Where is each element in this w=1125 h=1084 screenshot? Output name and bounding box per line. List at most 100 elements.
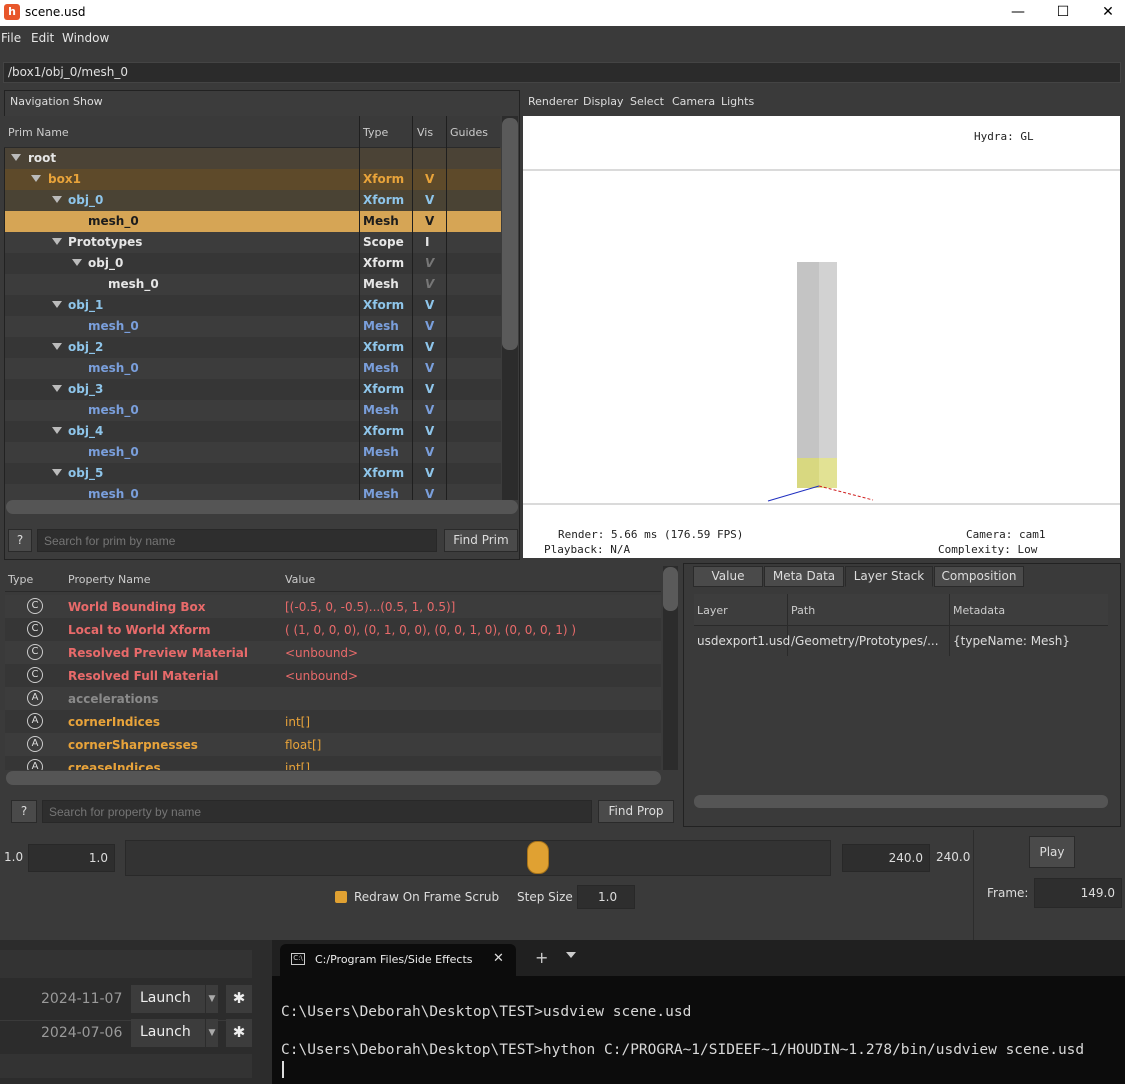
menu-file[interactable]: File — [1, 31, 21, 45]
column-layer[interactable]: Layer — [697, 604, 728, 617]
tree-row[interactable]: obj_0 Xform V — [5, 190, 501, 211]
column-divider — [446, 116, 447, 500]
expand-arrow-icon[interactable] — [72, 259, 82, 266]
expand-arrow-icon[interactable] — [52, 385, 62, 392]
launch-dropdown-icon[interactable]: ▼ — [205, 1019, 218, 1047]
property-scroll-thumb[interactable] — [663, 567, 678, 611]
property-row[interactable]: A creaseIndices int[] — [5, 756, 661, 770]
close-icon[interactable]: ✕ — [1085, 0, 1125, 26]
step-size-field[interactable]: 1.0 — [577, 885, 635, 909]
column-prop-name[interactable]: Property Name — [68, 573, 151, 586]
tree-row[interactable]: mesh_0 Mesh V — [5, 274, 501, 295]
play-button[interactable]: Play — [1029, 836, 1075, 868]
launch-dropdown-icon[interactable]: ▼ — [205, 985, 218, 1013]
gear-icon[interactable]: ✱ — [226, 1019, 252, 1047]
tree-row[interactable]: mesh_0 Mesh V — [5, 442, 501, 463]
tree-row[interactable]: obj_5 Xform V — [5, 463, 501, 484]
tree-horizontal-scrollbar[interactable] — [6, 500, 518, 514]
layer-stack-row[interactable]: usdexport1.usd /Geometry/Prototypes/... … — [694, 626, 1108, 656]
menu-display[interactable]: Display — [583, 95, 624, 108]
mesh-column-side[interactable] — [819, 262, 837, 458]
redraw-checkbox[interactable] — [335, 891, 347, 903]
prim-path-field[interactable]: /box1/obj_0/mesh_0 — [3, 62, 1121, 83]
menu-renderer[interactable]: Renderer — [528, 95, 578, 108]
chevron-down-icon[interactable] — [566, 952, 576, 958]
mesh-column-front[interactable] — [797, 262, 819, 458]
column-prim-name[interactable]: Prim Name — [8, 126, 69, 139]
column-metadata[interactable]: Metadata — [953, 604, 1005, 617]
property-row[interactable]: A accelerations — [5, 687, 661, 710]
tree-row[interactable]: mesh_0 Mesh V — [5, 316, 501, 337]
expand-arrow-icon[interactable] — [52, 301, 62, 308]
menu-edit[interactable]: Edit — [31, 31, 54, 45]
frame-field[interactable]: 149.0 — [1034, 878, 1122, 908]
expand-arrow-icon[interactable] — [52, 196, 62, 203]
tree-row[interactable]: obj_3 Xform V — [5, 379, 501, 400]
tree-row[interactable]: mesh_0 Mesh V — [5, 484, 501, 500]
property-row[interactable]: A cornerIndices int[] — [5, 710, 661, 733]
tab-layer-stack[interactable]: Layer Stack — [845, 566, 933, 587]
property-row[interactable]: C World Bounding Box [(-0.5, 0, -0.5)...… — [5, 595, 661, 618]
launch-button[interactable]: Launch — [131, 1019, 205, 1047]
column-type[interactable]: Type — [363, 126, 388, 139]
tree-row[interactable]: mesh_0 Mesh V — [5, 358, 501, 379]
find-prim-button[interactable]: Find Prim — [444, 529, 518, 552]
column-prop-type[interactable]: Type — [8, 573, 33, 586]
prim-search-input[interactable] — [37, 529, 437, 552]
property-row[interactable]: A cornerSharpnesses float[] — [5, 733, 661, 756]
tree-row-selected[interactable]: mesh_0 Mesh V — [5, 211, 501, 232]
property-row[interactable]: C Resolved Full Material <unbound> — [5, 664, 661, 687]
maximize-icon[interactable]: ☐ — [1040, 0, 1086, 26]
3d-viewport[interactable]: Hydra: GL Render: 5.66 ms (176.59 FPS) P… — [523, 116, 1120, 558]
column-vis[interactable]: Vis — [417, 126, 433, 139]
expand-arrow-icon[interactable] — [31, 175, 41, 182]
column-path[interactable]: Path — [791, 604, 815, 617]
layer-stack-scrollbar[interactable] — [694, 795, 1108, 808]
tree-scroll-thumb[interactable] — [502, 118, 518, 350]
tree-row[interactable]: Prototypes Scope I — [5, 232, 501, 253]
new-tab-icon[interactable]: + — [535, 948, 548, 967]
expand-arrow-icon[interactable] — [11, 154, 21, 161]
property-search-input[interactable] — [42, 800, 592, 823]
tree-row[interactable]: mesh_0 Mesh V — [5, 400, 501, 421]
expand-arrow-icon[interactable] — [52, 469, 62, 476]
expand-arrow-icon[interactable] — [52, 238, 62, 245]
minimize-icon[interactable]: — — [995, 0, 1041, 26]
menu-show[interactable]: Show — [73, 95, 103, 108]
prop-help-button[interactable]: ? — [11, 800, 37, 823]
menu-camera[interactable]: Camera — [672, 95, 715, 108]
start-frame-field[interactable]: 1.0 — [28, 844, 115, 872]
menu-window[interactable]: Window — [62, 31, 109, 45]
menu-lights[interactable]: Lights — [721, 95, 754, 108]
property-row[interactable]: C Local to World Xform ( (1, 0, 0, 0), (… — [5, 618, 661, 641]
expand-arrow-icon[interactable] — [52, 427, 62, 434]
gear-icon[interactable]: ✱ — [226, 985, 252, 1013]
find-prop-button[interactable]: Find Prop — [598, 800, 674, 823]
tab-meta-data[interactable]: Meta Data — [764, 566, 844, 587]
menu-navigation[interactable]: Navigation — [10, 95, 69, 108]
tree-row[interactable]: obj_4 Xform V — [5, 421, 501, 442]
tree-row[interactable]: box1 Xform V — [5, 169, 501, 190]
tab-value[interactable]: Value — [693, 566, 763, 587]
terminal-tab[interactable]: C:\ C:/Program Files/Side Effects ✕ — [280, 944, 516, 976]
prim-help-button[interactable]: ? — [8, 529, 32, 552]
column-prop-value[interactable]: Value — [285, 573, 315, 586]
frame-slider-handle[interactable] — [527, 841, 549, 874]
tree-row[interactable]: obj_1 Xform V — [5, 295, 501, 316]
launch-button[interactable]: Launch — [131, 985, 205, 1013]
tree-row[interactable]: obj_2 Xform V — [5, 337, 501, 358]
column-guides[interactable]: Guides — [450, 126, 488, 139]
frame-slider[interactable] — [125, 840, 831, 876]
selected-mesh-side[interactable] — [819, 458, 837, 488]
menu-select[interactable]: Select — [630, 95, 664, 108]
tree-row[interactable]: root — [5, 148, 501, 169]
tree-row[interactable]: obj_0 Xform V — [5, 253, 501, 274]
tab-composition[interactable]: Composition — [934, 566, 1024, 587]
selected-mesh-front[interactable] — [797, 458, 819, 488]
end-frame-field[interactable]: 240.0 — [842, 844, 930, 872]
expand-arrow-icon[interactable] — [52, 343, 62, 350]
property-row[interactable]: C Resolved Preview Material <unbound> — [5, 641, 661, 664]
viewport-scene[interactable] — [523, 116, 1120, 558]
close-tab-icon[interactable]: ✕ — [493, 951, 504, 966]
property-horizontal-scrollbar[interactable] — [6, 771, 661, 785]
